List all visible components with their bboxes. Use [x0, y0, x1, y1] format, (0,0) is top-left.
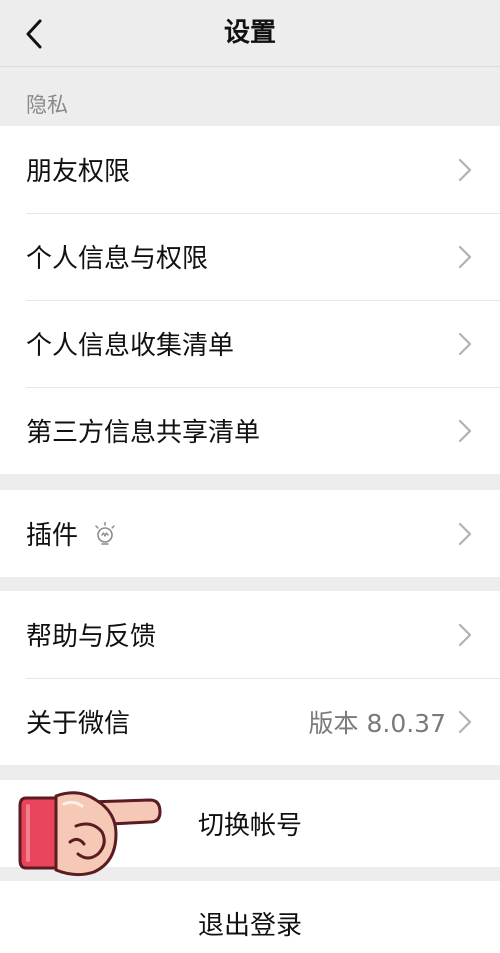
lightbulb-icon	[95, 521, 115, 545]
personal-info-permissions-row[interactable]: 个人信息与权限	[0, 213, 500, 300]
friend-permissions-row[interactable]: 朋友权限	[0, 126, 500, 213]
row-label: 关于微信	[26, 709, 131, 739]
row-label: 第三方信息共享清单	[26, 418, 261, 448]
chevron-left-icon	[26, 19, 42, 49]
chevron-right-icon	[458, 522, 472, 545]
chevron-right-icon	[458, 245, 472, 268]
third-party-sharing-list-row[interactable]: 第三方信息共享清单	[0, 387, 500, 474]
navigation-bar: 设置	[0, 0, 500, 67]
chevron-right-icon	[458, 419, 472, 442]
help-feedback-row[interactable]: 帮助与反馈	[0, 591, 500, 678]
plugins-group: 插件	[0, 490, 500, 577]
back-button[interactable]	[12, 12, 56, 56]
personal-info-collection-list-row[interactable]: 个人信息收集清单	[0, 300, 500, 387]
logout-label: 退出登录	[197, 911, 302, 941]
row-label: 朋友权限	[26, 157, 131, 187]
pointing-finger-emoji-icon	[18, 791, 162, 877]
row-label: 个人信息与权限	[26, 244, 209, 274]
chevron-right-icon	[458, 623, 472, 646]
support-group: 帮助与反馈 关于微信 版本 8.0.37	[0, 591, 500, 765]
about-wechat-row[interactable]: 关于微信 版本 8.0.37	[0, 678, 500, 765]
chevron-right-icon	[458, 158, 472, 181]
row-label: 个人信息收集清单	[26, 331, 235, 361]
switch-account-label: 切换帐号	[197, 811, 302, 841]
logout-button[interactable]: 退出登录	[0, 881, 500, 953]
version-value: 版本 8.0.37	[308, 708, 446, 738]
row-label: 帮助与反馈	[26, 622, 157, 652]
chevron-right-icon	[458, 332, 472, 355]
plugins-row[interactable]: 插件	[0, 490, 500, 577]
row-label: 插件	[26, 521, 79, 551]
chevron-right-icon	[458, 710, 472, 733]
section-caption-privacy: 隐私	[26, 93, 68, 117]
page-title: 设置	[223, 18, 276, 48]
privacy-group: 朋友权限 个人信息与权限 个人信息收集清单 第三方信息共享清单	[0, 126, 500, 474]
settings-page: 设置 隐私 朋友权限 个人信息与权限 个人信息收集清单 第三方信息共享清单 插件	[0, 0, 500, 953]
